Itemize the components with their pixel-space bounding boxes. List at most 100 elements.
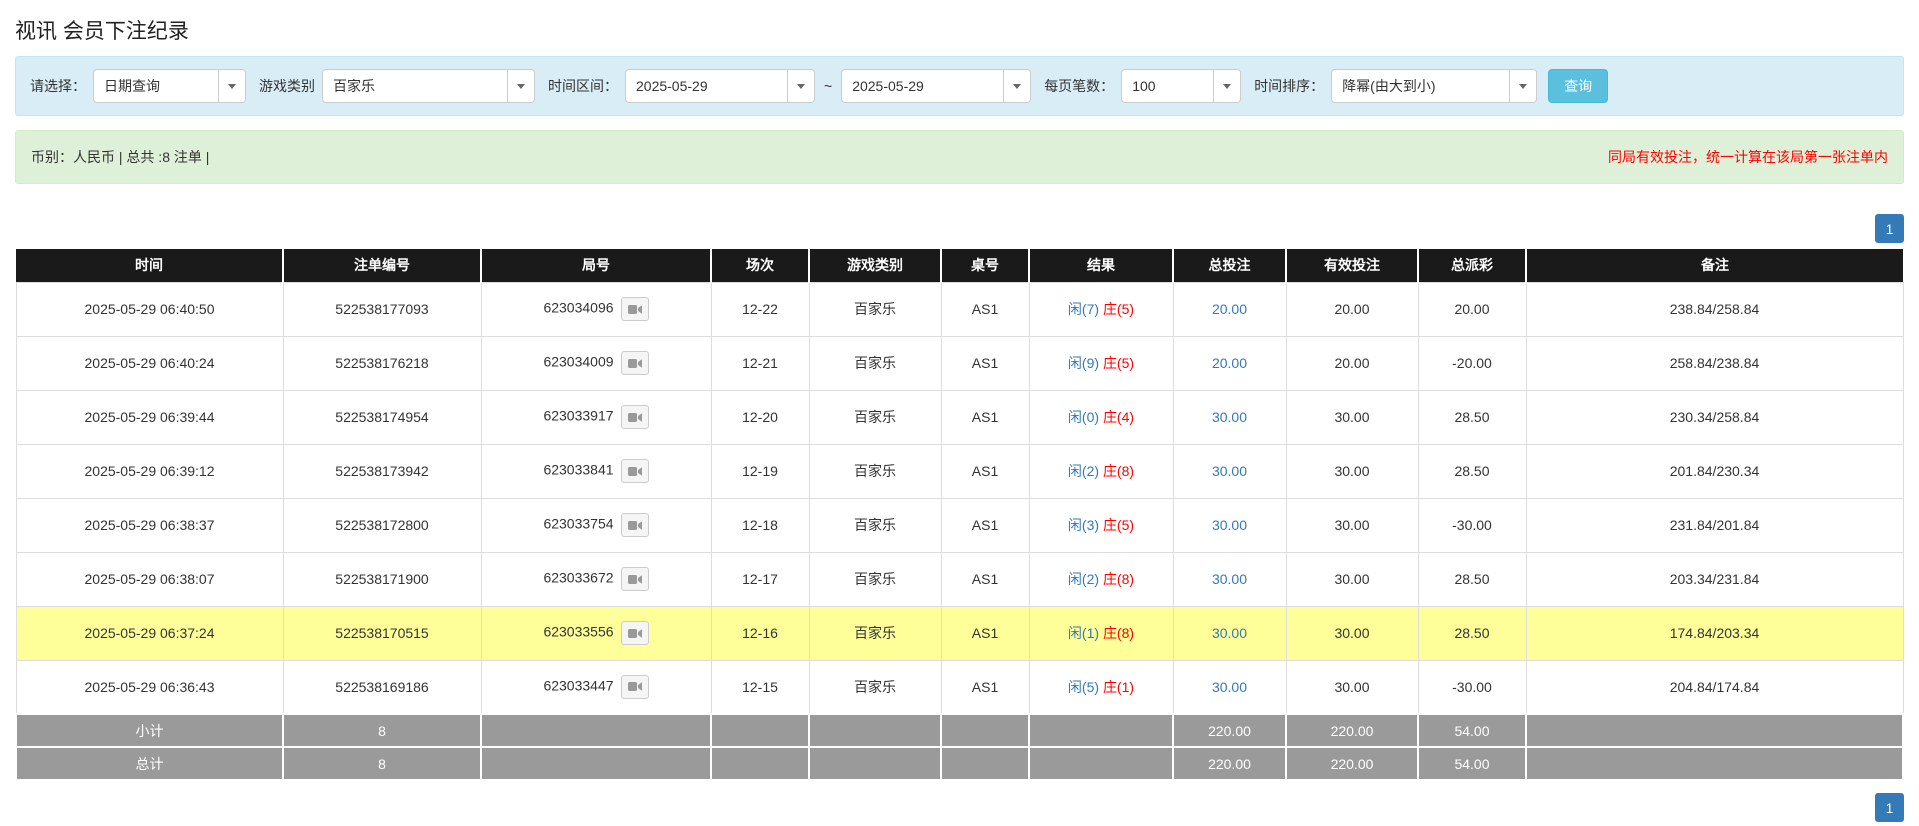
page-size-value: 100	[1122, 70, 1213, 102]
total-bet-link[interactable]: 30.00	[1212, 679, 1247, 695]
column-header-6: 结果	[1029, 249, 1173, 282]
result-banker: 庄(4)	[1103, 409, 1134, 425]
subtotal-total-bet: 220.00	[1173, 714, 1286, 747]
cell-remark: 238.84/258.84	[1526, 282, 1903, 336]
total-bet-link[interactable]: 30.00	[1212, 571, 1247, 587]
cell-game-type: 百家乐	[809, 390, 941, 444]
total-bet-link[interactable]: 30.00	[1212, 409, 1247, 425]
total-bet-link[interactable]: 20.00	[1212, 301, 1247, 317]
query-button[interactable]: 查询	[1548, 69, 1608, 103]
sort-order-label: 时间排序：	[1254, 76, 1324, 96]
subtotal-count: 8	[283, 714, 481, 747]
chevron-down-icon[interactable]	[1003, 70, 1030, 102]
cell-table-no: AS1	[941, 390, 1029, 444]
cell-session: 12-18	[711, 498, 809, 552]
chevron-down-icon[interactable]	[787, 70, 814, 102]
cell-payout: -30.00	[1418, 660, 1526, 714]
summary-currency-total: 币别：人民币 | 总共 :8 注单 |	[31, 147, 209, 167]
total-bet-link[interactable]: 30.00	[1212, 625, 1247, 641]
round-id-text: 623033841	[543, 462, 613, 478]
cell-session: 12-15	[711, 660, 809, 714]
chevron-down-icon[interactable]	[1213, 70, 1240, 102]
cell-result: 闲(3) 庄(5)	[1029, 498, 1173, 552]
video-replay-button[interactable]	[621, 675, 649, 699]
video-replay-button[interactable]	[621, 297, 649, 321]
cell-valid-bet: 30.00	[1286, 606, 1418, 660]
cell-total-bet: 30.00	[1173, 552, 1286, 606]
query-type-value: 日期查询	[94, 70, 218, 102]
summary-notice: 同局有效投注，统一计算在该局第一张注单内	[1608, 147, 1888, 167]
total-valid-bet: 220.00	[1286, 747, 1418, 780]
cell-table-no: AS1	[941, 498, 1029, 552]
cell-total-bet: 30.00	[1173, 606, 1286, 660]
video-replay-button[interactable]	[621, 621, 649, 645]
page-1-button[interactable]: 1	[1875, 214, 1904, 243]
game-type-select[interactable]: 百家乐	[322, 69, 535, 103]
table-header-row: 时间注单编号局号场次游戏类别桌号结果总投注有效投注总派彩备注	[16, 249, 1903, 282]
time-range-label: 时间区间：	[548, 76, 618, 96]
cell-payout: 28.50	[1418, 390, 1526, 444]
cell-valid-bet: 30.00	[1286, 660, 1418, 714]
cell-bet-id: 522538173942	[283, 444, 481, 498]
cell-table-no: AS1	[941, 660, 1029, 714]
cell-session: 12-19	[711, 444, 809, 498]
cell-valid-bet: 30.00	[1286, 390, 1418, 444]
video-camera-icon	[628, 412, 642, 423]
cell-table-no: AS1	[941, 282, 1029, 336]
cell-time: 2025-05-29 06:37:24	[16, 606, 283, 660]
total-label: 总计	[16, 747, 283, 780]
cell-payout: 20.00	[1418, 282, 1526, 336]
video-replay-button[interactable]	[621, 567, 649, 591]
chevron-down-icon[interactable]	[507, 70, 534, 102]
table-row: 2025-05-29 06:38:07 522538171900 6230336…	[16, 552, 1903, 606]
sort-order-select[interactable]: 降幂(由大到小)	[1331, 69, 1537, 103]
round-id-text: 623033556	[543, 624, 613, 640]
cell-game-type: 百家乐	[809, 660, 941, 714]
cell-valid-bet: 30.00	[1286, 444, 1418, 498]
video-replay-button[interactable]	[621, 513, 649, 537]
chevron-down-icon[interactable]	[218, 70, 245, 102]
cell-bet-id: 522538174954	[283, 390, 481, 444]
cell-valid-bet: 20.00	[1286, 336, 1418, 390]
cell-total-bet: 30.00	[1173, 444, 1286, 498]
cell-round-id: 623033447	[481, 660, 711, 714]
total-bet-link[interactable]: 30.00	[1212, 517, 1247, 533]
cell-remark: 230.34/258.84	[1526, 390, 1903, 444]
round-id-text: 623034009	[543, 354, 613, 370]
cell-time: 2025-05-29 06:38:37	[16, 498, 283, 552]
column-header-10: 备注	[1526, 249, 1903, 282]
total-payout: 54.00	[1418, 747, 1526, 780]
cell-round-id: 623033917	[481, 390, 711, 444]
total-bet-link[interactable]: 20.00	[1212, 355, 1247, 371]
total-bet-link[interactable]: 30.00	[1212, 463, 1247, 479]
cell-round-id: 623033841	[481, 444, 711, 498]
result-player: 闲(7)	[1068, 301, 1099, 317]
date-from-select[interactable]: 2025-05-29	[625, 69, 815, 103]
page-size-select[interactable]: 100	[1121, 69, 1241, 103]
page-1-button[interactable]: 1	[1875, 793, 1904, 822]
query-type-select[interactable]: 日期查询	[93, 69, 246, 103]
game-type-label: 游戏类别	[259, 76, 315, 96]
summary-bar: 币别：人民币 | 总共 :8 注单 | 同局有效投注，统一计算在该局第一张注单内	[15, 130, 1904, 184]
cell-time: 2025-05-29 06:36:43	[16, 660, 283, 714]
round-id-text: 623033447	[543, 677, 613, 693]
column-header-1: 注单编号	[283, 249, 481, 282]
subtotal-valid-bet: 220.00	[1286, 714, 1418, 747]
cell-time: 2025-05-29 06:40:24	[16, 336, 283, 390]
video-replay-button[interactable]	[621, 351, 649, 375]
cell-remark: 231.84/201.84	[1526, 498, 1903, 552]
page-title: 视讯 会员下注纪录	[15, 0, 1904, 56]
cell-round-id: 623034096	[481, 282, 711, 336]
result-player: 闲(9)	[1068, 355, 1099, 371]
cell-time: 2025-05-29 06:38:07	[16, 552, 283, 606]
round-id-text: 623033672	[543, 570, 613, 586]
date-to-select[interactable]: 2025-05-29	[841, 69, 1031, 103]
chevron-down-icon[interactable]	[1509, 70, 1536, 102]
video-camera-icon	[628, 520, 642, 531]
column-header-5: 桌号	[941, 249, 1029, 282]
cell-remark: 204.84/174.84	[1526, 660, 1903, 714]
video-replay-button[interactable]	[621, 405, 649, 429]
video-replay-button[interactable]	[621, 459, 649, 483]
cell-bet-id: 522538171900	[283, 552, 481, 606]
cell-payout: 28.50	[1418, 606, 1526, 660]
